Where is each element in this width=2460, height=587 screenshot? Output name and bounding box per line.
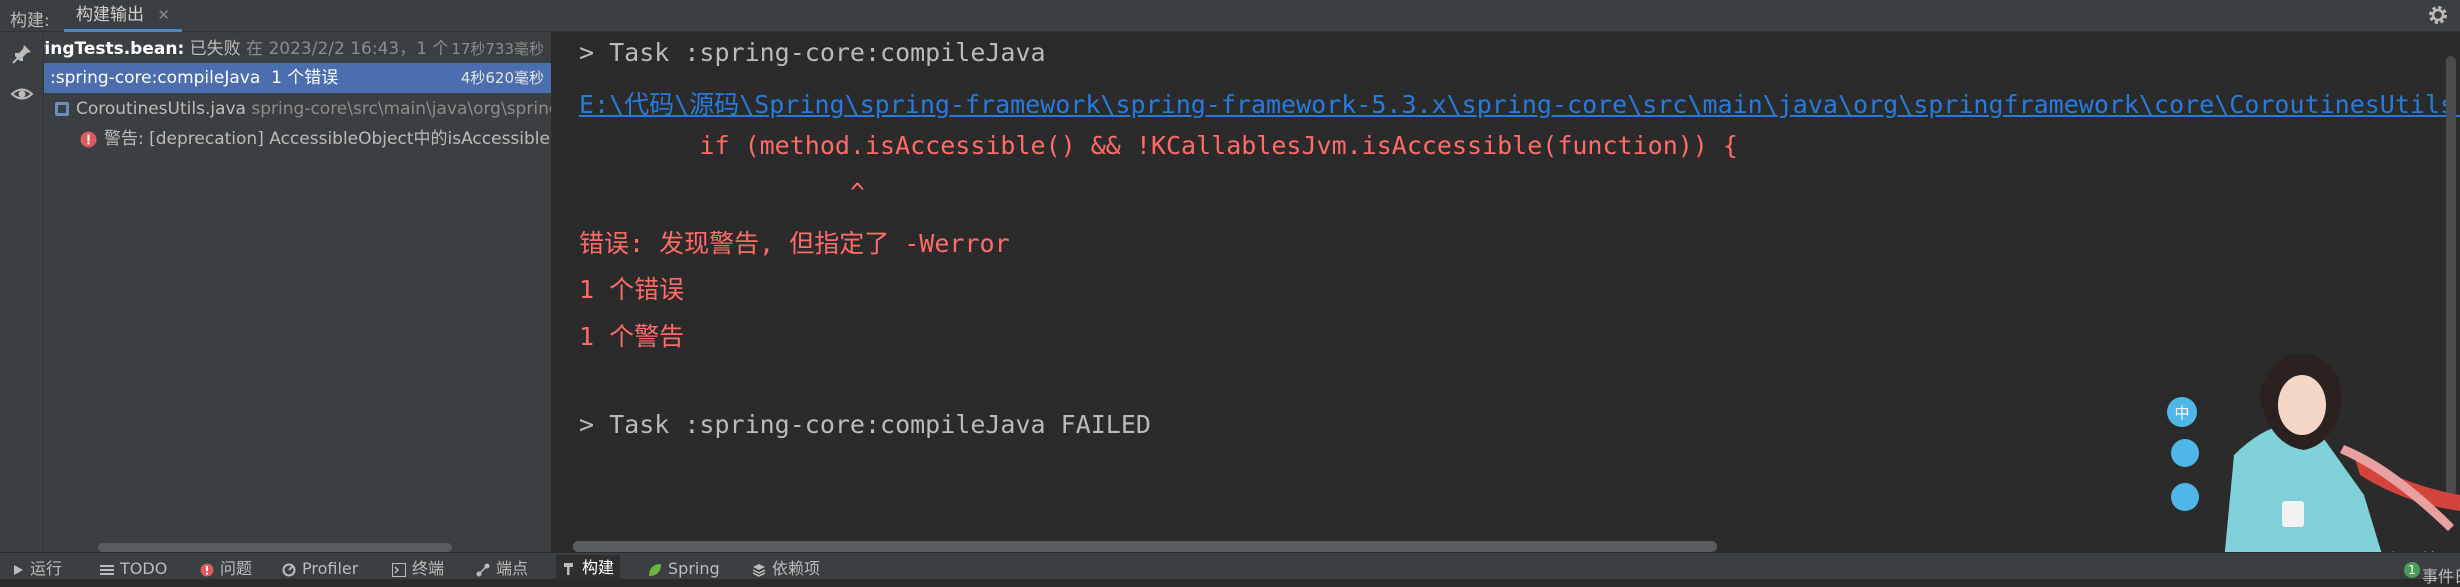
- tab-build-output-label: 构建输出: [76, 5, 144, 25]
- profiler-icon: [282, 563, 296, 576]
- tool-run[interactable]: 运行: [12, 558, 62, 580]
- console-line: > Task :spring-core:compileJava: [579, 38, 1046, 67]
- console-line: ^: [579, 178, 865, 207]
- mascot-bubble: [2171, 483, 2199, 511]
- run-icon: [14, 564, 23, 575]
- mascot-illustration: 中: [2167, 353, 2460, 561]
- console-line: 1 个警告: [579, 322, 685, 351]
- tree-row-file[interactable]: CoroutinesUtils.java spring-core\src\mai…: [44, 94, 551, 124]
- task-label: :spring-core:compileJava: [50, 68, 261, 88]
- tree-horizontal-scrollbar[interactable]: [98, 543, 452, 552]
- eye-icon[interactable]: [10, 82, 34, 106]
- left-toolbar: [0, 32, 44, 552]
- file-path: spring-core\src\main\java\org\springfram…: [251, 99, 551, 119]
- task-error-count: 1 个错误: [271, 68, 339, 88]
- dependencies-icon: [752, 563, 766, 577]
- tool-todo-label: TODO: [120, 559, 168, 578]
- tool-profiler-label: Profiler: [302, 559, 359, 578]
- list-icon: [100, 564, 114, 575]
- build-name: ringTests.bean:: [44, 39, 185, 59]
- task-duration: 4秒620毫秒: [456, 63, 544, 93]
- mascot-face: [2278, 375, 2326, 435]
- warning-message: 警告: [deprecation] AccessibleObject中的isAc…: [104, 129, 551, 149]
- tool-endpoints[interactable]: 端点: [476, 558, 528, 580]
- tool-run-label: 运行: [30, 559, 63, 578]
- tree-row-build-result[interactable]: ringTests.bean: 已失败 在 2023/2/2 16:43，1 个…: [44, 34, 551, 64]
- problems-icon: [200, 563, 214, 576]
- error-icon: [80, 131, 97, 148]
- file-text: CoroutinesUtils.java spring-core\src\mai…: [76, 94, 551, 124]
- hammer-icon: [564, 562, 573, 575]
- tool-profiler[interactable]: Profiler: [282, 558, 358, 580]
- endpoints-icon: [476, 563, 490, 576]
- console-line: 错误: 发现警告, 但指定了 -Werror: [579, 229, 1010, 258]
- build-result-text: ringTests.bean: 已失败 在 2023/2/2 16:43，1 个…: [44, 34, 483, 64]
- build-status: 已失败: [184, 39, 241, 59]
- gear-icon[interactable]: [2426, 3, 2450, 27]
- terminal-icon: [392, 562, 406, 577]
- bottom-toolwindow-bar: 运行 TODO 问题 Profiler 终端 端点 构建 Spring 依赖项 …: [0, 552, 2460, 586]
- java-file-icon: [55, 102, 69, 116]
- tool-build[interactable]: 构建: [556, 555, 621, 580]
- tool-terminal-label: 终端: [412, 559, 445, 578]
- console-line: > Task :spring-core:compileJava FAILED: [579, 410, 1151, 439]
- spring-leaf-icon: [649, 563, 661, 576]
- pin-icon[interactable]: [10, 42, 34, 66]
- tab-build-output[interactable]: 构建输出 ✕: [64, 0, 182, 32]
- tree-row-warning[interactable]: 警告: [deprecation] AccessibleObject中的isAc…: [44, 124, 551, 154]
- mascot-bubble: [2171, 439, 2199, 467]
- mascot-badge: [2282, 501, 2304, 527]
- tool-todo[interactable]: TODO: [100, 558, 167, 580]
- tool-problems-label: 问题: [220, 559, 253, 578]
- tool-spring[interactable]: Spring: [648, 558, 720, 580]
- tool-problems[interactable]: 问题: [200, 558, 252, 580]
- mascot-bubble-glyph: 中: [2174, 404, 2189, 422]
- tool-terminal[interactable]: 终端: [392, 558, 444, 580]
- tree-row-task[interactable]: :spring-core:compileJava 1 个错误 4秒620毫秒: [44, 63, 551, 93]
- build-duration: 17秒733毫秒: [447, 34, 544, 64]
- event-log-badge[interactable]: 1: [2404, 562, 2420, 578]
- build-tree: ringTests.bean: 已失败 在 2023/2/2 16:43，1 个…: [44, 32, 552, 552]
- console-file-link[interactable]: E:\代码\源码\Spring\spring-framework\spring-…: [579, 85, 2460, 121]
- tool-spring-label: Spring: [668, 559, 720, 578]
- tool-build-label: 构建: [582, 558, 615, 577]
- build-toolwindow-header: 构建: 构建输出 ✕: [0, 0, 2460, 32]
- file-name: CoroutinesUtils.java: [76, 99, 246, 119]
- tool-dependencies[interactable]: 依赖项: [752, 558, 820, 580]
- task-text: :spring-core:compileJava 1 个错误: [50, 63, 338, 93]
- event-log-label[interactable]: 事件日志: [2422, 563, 2460, 587]
- tool-endpoints-label: 端点: [496, 559, 529, 578]
- console-horizontal-scrollbar[interactable]: [573, 541, 1717, 552]
- tool-dependencies-label: 依赖项: [772, 559, 821, 578]
- toolwindow-title: 构建:: [10, 11, 50, 31]
- close-tab-icon[interactable]: ✕: [157, 6, 170, 24]
- console-line: if (method.isAccessible() && !KCallables…: [579, 131, 1738, 160]
- console-line: 1 个错误: [579, 275, 685, 304]
